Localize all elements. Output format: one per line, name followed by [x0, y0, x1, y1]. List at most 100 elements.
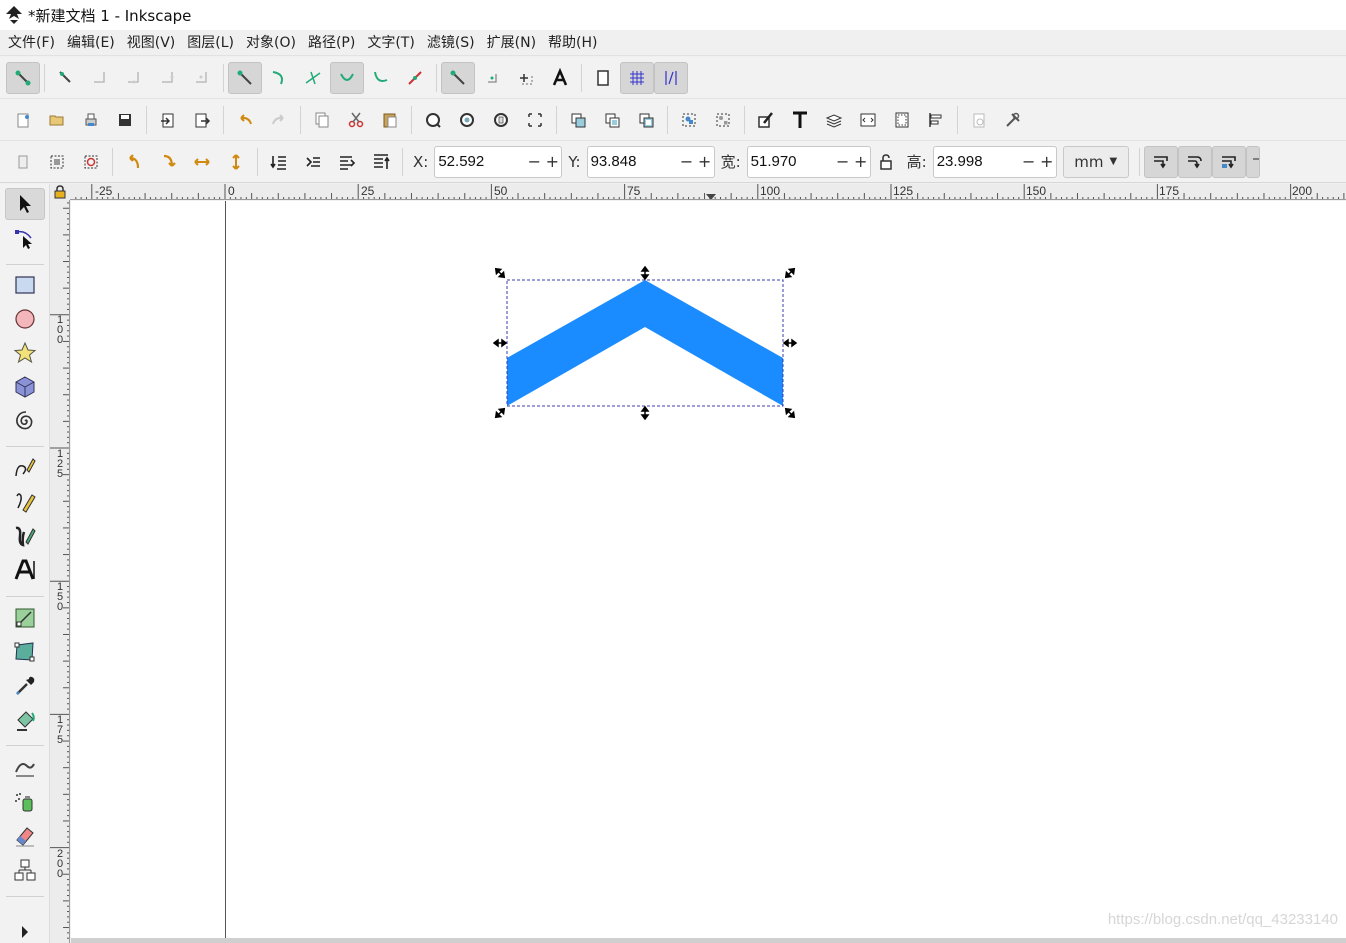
snap-bbox-center-button[interactable]: [185, 62, 219, 94]
scale-handle-top-left[interactable]: [494, 267, 507, 280]
lock-proportions-button[interactable]: [871, 146, 901, 178]
snap-cusp-button[interactable]: [330, 61, 364, 94]
tool-rectangle[interactable]: [5, 269, 45, 301]
duplicate-button[interactable]: [561, 104, 595, 136]
cut-button[interactable]: [339, 104, 373, 136]
x-decrement-button[interactable]: −: [525, 147, 543, 177]
rotate-cw-button[interactable]: [151, 146, 185, 178]
undo-button[interactable]: [228, 104, 262, 136]
lower-button[interactable]: [296, 146, 330, 178]
snap-rotation-center-button[interactable]: [509, 62, 543, 94]
clone-button[interactable]: [595, 104, 629, 136]
flip-horizontal-button[interactable]: [185, 146, 219, 178]
tool-eraser[interactable]: [5, 820, 45, 852]
toolbox-overflow-button[interactable]: [5, 922, 45, 942]
new-document-button[interactable]: [6, 104, 40, 136]
width-increment-button[interactable]: +: [852, 147, 870, 177]
tool-dropper[interactable]: [5, 670, 45, 702]
align-distribute-button[interactable]: [919, 104, 953, 136]
menu-extensions[interactable]: 扩展(N): [481, 30, 542, 56]
chevron-shape[interactable]: [507, 280, 783, 406]
y-decrement-button[interactable]: −: [678, 147, 696, 177]
scale-handle-right[interactable]: [782, 338, 798, 348]
save-button[interactable]: [108, 104, 142, 136]
export-button[interactable]: [185, 104, 219, 136]
scale-stroke-button[interactable]: [1143, 145, 1178, 178]
tool-ellipse[interactable]: [5, 303, 45, 335]
snap-bbox-midpoint-button[interactable]: [151, 62, 185, 94]
drawing-canvas[interactable]: https://blog.csdn.net/qq_43233140: [71, 201, 1346, 938]
layers-button[interactable]: [817, 104, 851, 136]
deselect-button[interactable]: [74, 146, 108, 178]
tool-calligraphy[interactable]: [5, 520, 45, 552]
height-increment-button[interactable]: +: [1038, 147, 1056, 177]
ungroup-button[interactable]: [706, 104, 740, 136]
menu-path[interactable]: 路径(P): [302, 30, 361, 56]
snap-object-center-button[interactable]: [475, 62, 509, 94]
tool-spray[interactable]: [5, 786, 45, 818]
open-button[interactable]: [40, 104, 74, 136]
snap-line-midpoint-button[interactable]: [398, 62, 432, 94]
xml-editor-button[interactable]: [851, 104, 885, 136]
snap-intersection-button[interactable]: [296, 62, 330, 94]
tool-node[interactable]: [5, 222, 45, 254]
snap-bbox-corner-button[interactable]: [117, 62, 151, 94]
scale-handle-bottom-left[interactable]: [494, 407, 507, 420]
lower-to-bottom-button[interactable]: [262, 146, 296, 178]
select-all-button[interactable]: [6, 146, 40, 178]
zoom-drawing-button[interactable]: [450, 104, 484, 136]
transform-gradients-button[interactable]: [1211, 145, 1246, 178]
snap-page-border-button[interactable]: [586, 62, 620, 94]
scale-handle-top[interactable]: [640, 265, 650, 281]
scale-corners-button[interactable]: [1177, 145, 1212, 178]
x-input[interactable]: [435, 146, 526, 177]
menu-layer[interactable]: 图层(L): [181, 30, 240, 56]
tool-star[interactable]: [5, 337, 45, 369]
snap-smooth-button[interactable]: [364, 62, 398, 94]
menu-view[interactable]: 视图(V): [121, 30, 182, 56]
import-button[interactable]: [151, 104, 185, 136]
height-decrement-button[interactable]: −: [1020, 147, 1038, 177]
document-properties-button[interactable]: [885, 104, 919, 136]
zoom-page-width-button[interactable]: [518, 104, 552, 136]
snap-path-button[interactable]: [262, 62, 296, 94]
horizontal-ruler[interactable]: -25 0 25 50 75 100 125 150 175 200: [70, 184, 1346, 200]
tool-text[interactable]: [5, 554, 45, 586]
scale-handle-bottom-right[interactable]: [784, 407, 797, 420]
snap-toggle-button[interactable]: [6, 61, 40, 94]
tool-mesh[interactable]: [5, 636, 45, 668]
y-input[interactable]: [587, 146, 678, 177]
horizontal-scrollbar[interactable]: [71, 938, 1346, 943]
width-input[interactable]: [747, 146, 834, 177]
tool-gradient[interactable]: [5, 602, 45, 634]
snap-text-baseline-button[interactable]: [543, 62, 577, 94]
tool-select[interactable]: [5, 188, 45, 220]
ruler-lock-corner[interactable]: [50, 184, 70, 200]
paste-button[interactable]: [373, 104, 407, 136]
raise-button[interactable]: [330, 146, 364, 178]
zoom-selection-button[interactable]: [416, 104, 450, 136]
tool-3d-box[interactable]: [5, 371, 45, 403]
menu-help[interactable]: 帮助(H): [542, 30, 603, 56]
fill-stroke-button[interactable]: [749, 104, 783, 136]
menu-text[interactable]: 文字(T): [361, 30, 420, 56]
tools-preferences-button[interactable]: [996, 104, 1030, 136]
preferences-button[interactable]: [962, 104, 996, 136]
rotate-ccw-button[interactable]: [117, 146, 151, 178]
menu-filters[interactable]: 滤镜(S): [421, 30, 481, 56]
text-font-button[interactable]: [783, 104, 817, 136]
select-all-layers-button[interactable]: [40, 146, 74, 178]
menu-object[interactable]: 对象(O): [240, 30, 302, 56]
menu-file[interactable]: 文件(F): [2, 30, 61, 56]
scale-handle-top-right[interactable]: [784, 267, 797, 280]
tool-connector[interactable]: [5, 854, 45, 886]
scale-handle-left[interactable]: [492, 338, 508, 348]
tool-paint-bucket[interactable]: [5, 704, 45, 736]
width-decrement-button[interactable]: −: [834, 147, 852, 177]
snap-grid-button[interactable]: [620, 61, 654, 94]
tool-pencil[interactable]: [5, 486, 45, 518]
menu-edit[interactable]: 编辑(E): [61, 30, 121, 56]
unit-select[interactable]: mm ▼: [1062, 145, 1129, 178]
x-increment-button[interactable]: +: [543, 147, 561, 177]
redo-button[interactable]: [262, 104, 296, 136]
